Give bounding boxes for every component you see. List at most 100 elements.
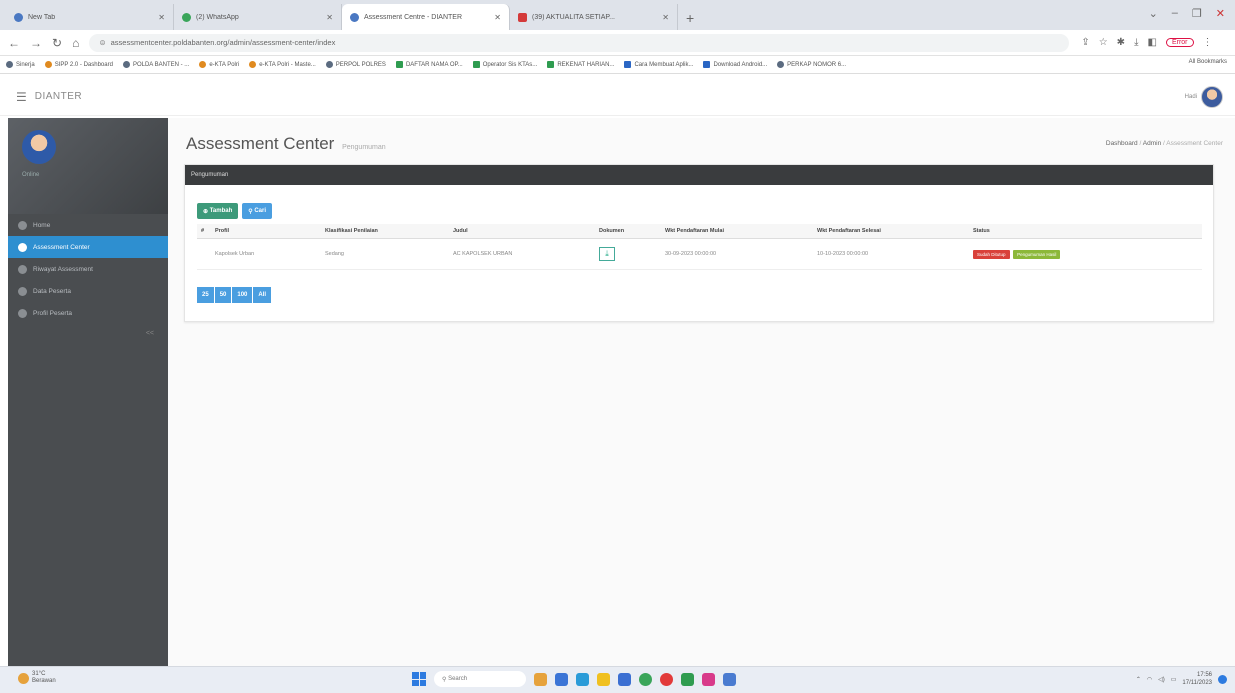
app-icon[interactable] xyxy=(723,672,736,686)
bookmark[interactable]: PERKAP NOMOR 6... xyxy=(777,61,846,68)
maximize-icon[interactable]: ❐ xyxy=(1192,7,1202,20)
table-row[interactable]: Kapolsek Urban Sedang AC KAPOLSEK URBAN … xyxy=(197,238,1202,270)
user-menu[interactable]: Hadi xyxy=(1185,86,1223,108)
share-icon[interactable]: ⇪ xyxy=(1081,37,1089,48)
url-field[interactable]: ⊜ assessmentcenter.poldabanten.org/admin… xyxy=(89,33,1070,52)
col-wkt-selesai[interactable]: Wkt Pendaftaran Selesai xyxy=(813,224,969,239)
bookmark[interactable]: PERPOL POLRES xyxy=(325,61,386,68)
bookmark[interactable]: Download Android... xyxy=(703,61,767,68)
bookmark[interactable]: e-KTA Polri xyxy=(199,61,239,68)
opera-icon[interactable] xyxy=(660,672,673,686)
page-size-25[interactable]: 25 xyxy=(197,287,214,303)
forward-icon[interactable]: → xyxy=(30,36,42,50)
wifi-icon[interactable]: ◠ xyxy=(1147,676,1152,683)
task-view-icon[interactable] xyxy=(555,672,568,686)
taskbar-search[interactable]: ⚲ Search xyxy=(434,671,526,687)
cell-wkt-selesai: 10-10-2023 00:00:00 xyxy=(813,238,969,270)
taskbar-apps: ⚲ Search xyxy=(412,671,736,687)
page-size-50[interactable]: 50 xyxy=(214,287,232,303)
search-button[interactable]: ⚲ Cari xyxy=(242,203,272,219)
breadcrumb-admin[interactable]: Admin xyxy=(1143,140,1161,147)
close-tab-icon[interactable]: ✕ xyxy=(158,13,165,22)
bookmark[interactable]: Sinerja xyxy=(6,61,35,68)
bookmark[interactable]: POLDA BANTEN - ... xyxy=(122,61,189,68)
home-icon xyxy=(18,220,27,230)
sidebar-item-home[interactable]: Home xyxy=(8,214,168,236)
app-brand[interactable]: DIANTER xyxy=(35,91,82,102)
close-tab-icon[interactable]: ✕ xyxy=(494,13,501,22)
sidebar-item-assessment-center[interactable]: Assessment Center xyxy=(8,236,168,258)
reload-icon[interactable]: ↻ xyxy=(52,36,62,50)
close-window-icon[interactable]: ✕ xyxy=(1216,7,1225,20)
battery-icon[interactable]: ▭ xyxy=(1171,676,1177,683)
browser-tab-youtube[interactable]: (39) AKTUALITA SETIAP... ✕ xyxy=(510,4,678,30)
browser-tab-assessment[interactable]: Assessment Centre - DIANTER ✕ xyxy=(342,4,510,30)
widget-app-icon[interactable] xyxy=(534,672,547,686)
col-wkt-mulai[interactable]: Wkt Pendaftaran Mulai xyxy=(661,224,813,239)
star-icon[interactable]: ☆ xyxy=(1099,37,1108,48)
all-bookmarks[interactable]: All Bookmarks xyxy=(1189,59,1227,65)
windows-start-icon[interactable] xyxy=(412,672,426,686)
browser-tab-new-tab[interactable]: New Tab ✕ xyxy=(6,4,174,30)
home-icon[interactable]: ⌂ xyxy=(72,36,79,50)
add-button[interactable]: ⊕ Tambah xyxy=(197,203,239,219)
bookmark[interactable]: Cara Membuat Aplik... xyxy=(624,61,693,68)
chevron-down-icon[interactable]: ⌄ xyxy=(1149,7,1158,20)
sidebar-item-data-peserta[interactable]: Data Peserta xyxy=(8,280,168,302)
app-icon[interactable] xyxy=(702,672,715,686)
sheets-icon xyxy=(472,61,480,68)
site-info-icon[interactable]: ⊜ xyxy=(99,38,105,47)
bookmark[interactable]: e-KTA Polri - Maste... xyxy=(249,61,316,68)
bookmark[interactable]: DAFTAR NAMA OP... xyxy=(395,61,463,68)
chevron-up-icon[interactable]: ⌃ xyxy=(1136,676,1141,683)
new-tab-icon[interactable]: + xyxy=(678,10,702,30)
close-tab-icon[interactable]: ✕ xyxy=(662,13,669,22)
store-icon[interactable] xyxy=(618,672,631,686)
sidebar-collapse-button[interactable]: << xyxy=(146,330,154,337)
browser-tabbar: New Tab ✕ (2) WhatsApp ✕ Assessment Cent… xyxy=(0,0,1235,30)
col-status[interactable]: Status xyxy=(969,224,1202,239)
cell-profil: Kapolsek Urban xyxy=(211,238,321,270)
weather-condition: Berawan xyxy=(32,678,56,684)
bookmark[interactable]: SIPP 2.0 - Dashboard xyxy=(44,61,113,68)
sidebar-item-profil-peserta[interactable]: Profil Peserta xyxy=(8,302,168,324)
sidebar-item-riwayat-assessment[interactable]: Riwayat Assessment xyxy=(8,258,168,280)
sidepanel-icon[interactable]: ◧ xyxy=(1147,37,1156,48)
menu-icon[interactable]: ⋮ xyxy=(1203,37,1213,48)
table-header-row: # Profil Klasifikasi Penilaian Judul Dok… xyxy=(197,224,1202,239)
globe-icon xyxy=(350,12,359,22)
chrome-icon[interactable] xyxy=(639,672,652,686)
col-judul[interactable]: Judul xyxy=(449,224,595,239)
taskbar: 31°C Berawan ⚲ Search ⌃ ◠ ◁) ▭ 17:56 17/… xyxy=(0,666,1235,693)
notification-icon[interactable] xyxy=(1218,674,1227,684)
col-profil[interactable]: Profil xyxy=(211,224,321,239)
status-badge[interactable]: Pengumuman Hasil xyxy=(1013,249,1061,259)
page-size-all[interactable]: All xyxy=(253,287,272,303)
globe-icon xyxy=(325,61,333,68)
close-tab-icon[interactable]: ✕ xyxy=(326,13,333,22)
weather-widget[interactable]: 31°C Berawan xyxy=(18,671,56,685)
col-dokumen[interactable]: Dokumen xyxy=(595,224,661,239)
breadcrumb-dashboard[interactable]: Dashboard xyxy=(1106,140,1138,147)
file-explorer-icon[interactable] xyxy=(597,672,610,686)
bookmark[interactable]: Operator Sis KTAs... xyxy=(472,61,537,68)
edge-icon[interactable] xyxy=(576,672,589,686)
profile-button[interactable]: Error xyxy=(1165,38,1194,47)
download-icon[interactable]: ⤓ xyxy=(599,247,615,261)
minimize-icon[interactable]: – xyxy=(1172,7,1178,20)
extensions-icon[interactable]: ✱ xyxy=(1117,37,1125,48)
page-size-selector: 25 50 100 All xyxy=(197,287,272,303)
clock[interactable]: 17:56 17/11/2023 xyxy=(1182,671,1212,687)
add-button-label: Tambah xyxy=(209,208,233,214)
back-icon[interactable]: ← xyxy=(8,36,20,50)
hamburger-icon[interactable]: ☰ xyxy=(16,90,27,104)
bookmark[interactable]: REKENAT HARIAN... xyxy=(547,61,614,68)
profile-icon xyxy=(18,308,27,318)
app-icon[interactable] xyxy=(681,672,694,686)
browser-tab-whatsapp[interactable]: (2) WhatsApp ✕ xyxy=(174,4,342,30)
download-icon[interactable]: ⤓ xyxy=(1134,37,1138,48)
col-klasifikasi[interactable]: Klasifikasi Penilaian xyxy=(321,224,449,239)
page-size-100[interactable]: 100 xyxy=(232,287,253,303)
volume-icon[interactable]: ◁) xyxy=(1158,676,1165,683)
cell-dokumen: ⤓ xyxy=(595,238,661,270)
